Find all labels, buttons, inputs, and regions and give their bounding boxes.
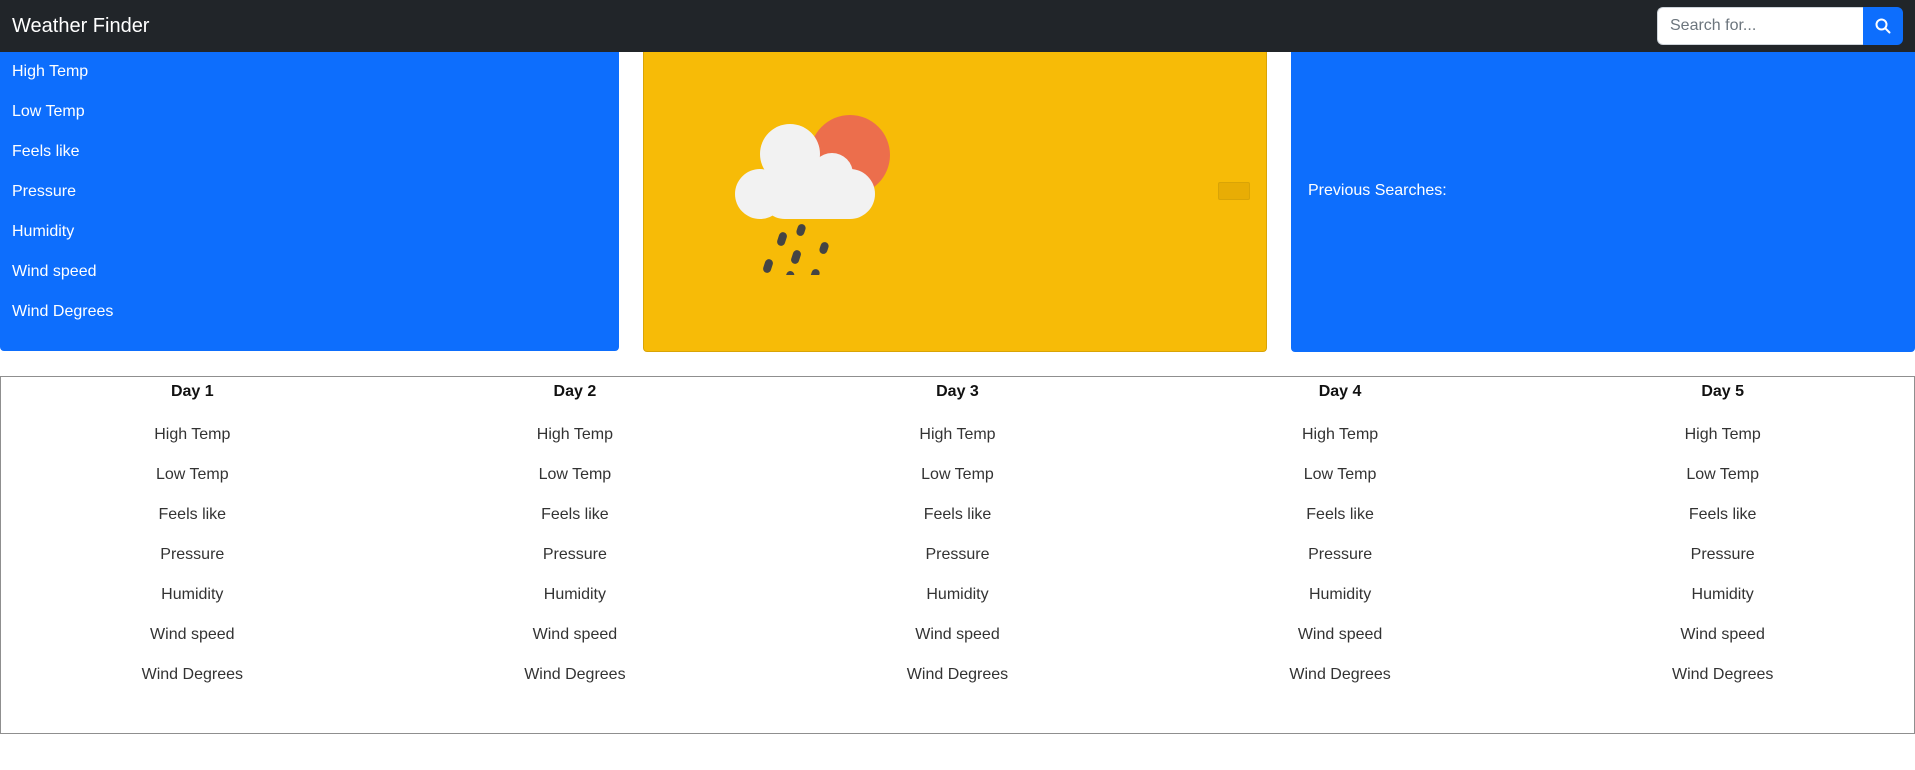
day-wind-speed: Wind speed: [1297, 626, 1383, 643]
forecast-day-2: Day 2 High Temp Low Temp Feels like Pres…: [384, 377, 767, 733]
day-high-temp: High Temp: [154, 426, 231, 443]
day-wind-speed: Wind speed: [150, 626, 235, 643]
day-wind-degrees: Wind Degrees: [906, 666, 1009, 683]
day-low-temp: Low Temp: [1303, 466, 1377, 483]
navbar: Weather Finder: [0, 0, 1915, 52]
day-feels-like: Feels like: [1688, 506, 1757, 523]
current-weather-row: High Temp Low Temp Feels like Pressure H…: [0, 52, 1915, 352]
card-toggle-button[interactable]: [1218, 182, 1250, 200]
day-low-temp: Low Temp: [1686, 466, 1759, 483]
day-wind-degrees: Wind Degrees: [141, 666, 243, 683]
day-title: Day 2: [553, 383, 597, 400]
forecast-table: Day 1 High Temp Low Temp Feels like Pres…: [0, 376, 1915, 734]
day-humidity: Humidity: [1691, 586, 1754, 603]
brand-title[interactable]: Weather Finder: [12, 15, 149, 38]
day-high-temp: High Temp: [536, 426, 613, 443]
day-low-temp: Low Temp: [538, 466, 612, 483]
previous-searches-label: Previous Searches:: [1308, 182, 1447, 199]
day-low-temp: Low Temp: [921, 466, 994, 483]
weather-icon-card: [643, 52, 1267, 352]
current-stats-card: High Temp Low Temp Feels like Pressure H…: [0, 52, 619, 351]
day-humidity: Humidity: [543, 586, 606, 603]
day-humidity: Humidity: [161, 586, 224, 603]
day-high-temp: High Temp: [1301, 426, 1379, 443]
current-pressure: Pressure: [12, 183, 77, 200]
forecast-day-4: Day 4 High Temp Low Temp Feels like Pres…: [1149, 377, 1532, 733]
current-low-temp: Low Temp: [12, 103, 85, 120]
day-title: Day 1: [170, 383, 214, 400]
day-high-temp: High Temp: [919, 426, 996, 443]
day-feels-like: Feels like: [923, 506, 992, 523]
current-wind-speed: Wind speed: [12, 263, 97, 280]
search-icon: [1875, 18, 1891, 34]
day-wind-degrees: Wind Degrees: [1671, 666, 1774, 683]
current-wind-degrees: Wind Degrees: [12, 303, 114, 320]
day-high-temp: High Temp: [1684, 426, 1761, 443]
day-pressure: Pressure: [1308, 546, 1373, 563]
day-pressure: Pressure: [1690, 546, 1755, 563]
day-wind-speed: Wind speed: [915, 626, 1000, 643]
current-high-temp: High Temp: [12, 63, 89, 80]
day-pressure: Pressure: [542, 546, 607, 563]
forecast-day-1: Day 1 High Temp Low Temp Feels like Pres…: [1, 377, 384, 733]
day-feels-like: Feels like: [158, 506, 227, 523]
day-wind-speed: Wind speed: [1680, 626, 1765, 643]
current-humidity: Humidity: [12, 223, 75, 240]
day-low-temp: Low Temp: [155, 466, 229, 483]
day-feels-like: Feels like: [1306, 506, 1374, 523]
day-title: Day 5: [1701, 383, 1745, 400]
day-humidity: Humidity: [1308, 586, 1372, 603]
day-humidity: Humidity: [926, 586, 989, 603]
day-wind-speed: Wind speed: [532, 626, 618, 643]
search-input[interactable]: [1657, 7, 1863, 45]
day-pressure: Pressure: [160, 546, 225, 563]
forecast-day-5: Day 5 High Temp Low Temp Feels like Pres…: [1531, 377, 1914, 733]
day-wind-degrees: Wind Degrees: [524, 666, 626, 683]
day-wind-degrees: Wind Degrees: [1289, 666, 1391, 683]
day-title: Day 3: [936, 383, 979, 400]
forecast-day-3: Day 3 High Temp Low Temp Feels like Pres…: [766, 377, 1149, 733]
current-feels-like: Feels like: [12, 143, 80, 160]
cloud-sun-rain-icon: [735, 115, 890, 275]
day-feels-like: Feels like: [541, 506, 609, 523]
day-title: Day 4: [1318, 383, 1362, 400]
day-pressure: Pressure: [925, 546, 990, 563]
search-button[interactable]: [1863, 7, 1903, 45]
search-form: [1657, 7, 1903, 45]
previous-searches-card: Previous Searches:: [1291, 52, 1915, 352]
